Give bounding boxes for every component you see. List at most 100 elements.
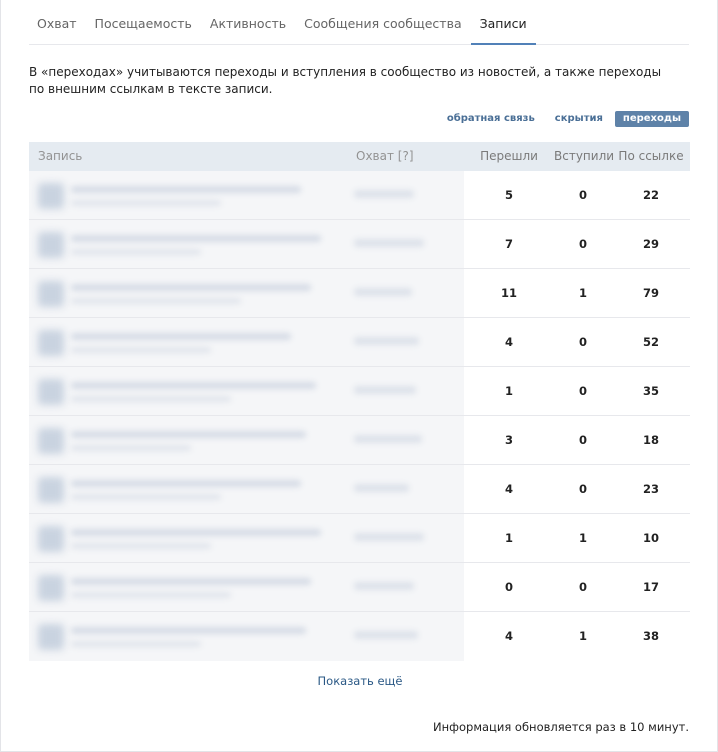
cell-clicked: 7 — [504, 237, 513, 251]
post-thumbnail — [38, 526, 64, 552]
blurred-reach — [354, 386, 416, 394]
blurred-post-cell — [29, 220, 464, 268]
filter-feedback-button[interactable]: обратная связь — [439, 111, 543, 127]
cell-clicked: 0 — [504, 580, 513, 594]
blurred-reach — [354, 288, 412, 296]
cell-by-link: 17 — [642, 580, 659, 594]
cell-by-link: 29 — [642, 237, 659, 251]
blurred-post-cell — [29, 612, 464, 661]
cell-joined: 1 — [578, 629, 587, 643]
blurred-reach — [354, 582, 414, 590]
blurred-post-cell — [29, 171, 464, 219]
blurred-text — [71, 333, 291, 340]
table-row[interactable]: 0 0 17 — [29, 563, 690, 612]
blurred-post-cell — [29, 318, 464, 366]
show-more-link[interactable]: Показать ещё — [1, 674, 718, 688]
table-row[interactable]: 4 0 23 — [29, 465, 690, 514]
post-thumbnail — [38, 379, 64, 405]
blurred-text — [71, 431, 306, 438]
cell-joined: 0 — [578, 188, 587, 202]
tab-reach[interactable]: Охват — [29, 0, 86, 44]
cell-joined: 0 — [578, 335, 587, 349]
blurred-reach — [354, 239, 424, 247]
post-thumbnail — [38, 477, 64, 503]
blurred-reach — [354, 435, 422, 443]
post-thumbnail — [38, 330, 64, 356]
blurred-text — [71, 186, 301, 193]
blurred-post-cell — [29, 416, 464, 464]
tabs-bar: Охват Посещаемость Активность Сообщения … — [29, 0, 689, 45]
table-row[interactable]: 11 1 79 — [29, 269, 690, 318]
table-row[interactable]: 1 1 10 — [29, 514, 690, 563]
table-row[interactable]: 3 0 18 — [29, 416, 690, 465]
blurred-text — [71, 480, 301, 487]
blurred-text — [71, 627, 306, 634]
cell-by-link: 10 — [642, 531, 659, 545]
post-thumbnail — [38, 232, 64, 258]
blurred-text — [71, 641, 201, 647]
blurred-reach — [354, 484, 409, 492]
tab-activity[interactable]: Активность — [201, 0, 295, 44]
cell-joined: 0 — [578, 433, 587, 447]
cell-clicked: 5 — [504, 188, 513, 202]
cell-clicked: 11 — [500, 286, 517, 300]
tab-community-messages[interactable]: Сообщения сообщества — [295, 0, 471, 44]
blurred-text — [71, 298, 241, 304]
cell-clicked: 1 — [504, 531, 513, 545]
table-row[interactable]: 1 0 35 — [29, 367, 690, 416]
cell-joined: 0 — [578, 482, 587, 496]
table-row[interactable]: 4 0 52 — [29, 318, 690, 367]
blurred-text — [71, 200, 221, 206]
blurred-post-cell — [29, 269, 464, 317]
post-thumbnail — [38, 183, 64, 209]
cell-by-link: 18 — [642, 433, 659, 447]
blurred-text — [71, 284, 311, 291]
blurred-post-cell — [29, 563, 464, 611]
table-header: Запись Охват [?] Перешли Вступили По ссы… — [29, 142, 690, 171]
blurred-text — [71, 578, 311, 585]
blurred-text — [71, 445, 191, 451]
blurred-text — [71, 347, 211, 353]
blurred-text — [71, 592, 231, 598]
filter-group: обратная связь скрытия переходы — [439, 111, 689, 127]
blurred-text — [71, 529, 321, 536]
blurred-post-cell — [29, 367, 464, 415]
blurred-text — [71, 543, 211, 549]
column-header-post[interactable]: Запись — [29, 142, 347, 171]
column-header-by-link[interactable]: По ссылке — [612, 142, 690, 171]
column-header-reach[interactable]: Охват [?] — [347, 142, 464, 171]
tab-posts[interactable]: Записи — [470, 0, 536, 45]
table-row[interactable]: 7 0 29 — [29, 220, 690, 269]
post-thumbnail — [38, 281, 64, 307]
cell-clicked: 4 — [504, 482, 513, 496]
blurred-post-cell — [29, 465, 464, 513]
posts-table: Запись Охват [?] Перешли Вступили По ссы… — [29, 142, 690, 661]
update-info: Информация обновляется раз в 10 минут. — [433, 720, 689, 734]
cell-by-link: 38 — [642, 629, 659, 643]
cell-clicked: 1 — [504, 384, 513, 398]
info-note: В «переходах» учитываются переходы и вст… — [29, 65, 662, 96]
blurred-text — [71, 235, 321, 242]
blurred-text — [71, 382, 316, 389]
blurred-text — [71, 494, 221, 500]
cell-joined: 1 — [578, 531, 587, 545]
table-row[interactable]: 4 1 38 — [29, 612, 690, 661]
table-row[interactable]: 5 0 22 — [29, 171, 690, 220]
cell-joined: 1 — [578, 286, 587, 300]
column-header-joined[interactable]: Вступили — [554, 142, 614, 171]
cell-joined: 0 — [578, 580, 587, 594]
column-header-clicked[interactable]: Перешли — [464, 142, 554, 171]
cell-by-link: 52 — [642, 335, 659, 349]
filter-hides-button[interactable]: скрытия — [547, 111, 611, 127]
tab-traffic[interactable]: Посещаемость — [86, 0, 201, 44]
blurred-post-cell — [29, 514, 464, 562]
blurred-reach — [354, 190, 414, 198]
table-body: 5 0 22 7 0 29 11 1 79 4 0 52 1 0 35 3 0 18 4 0 23 1 1 10 0 0 17 4 1 3… — [29, 171, 690, 661]
post-thumbnail — [38, 575, 64, 601]
blurred-reach — [354, 337, 419, 345]
filter-clicks-button[interactable]: переходы — [614, 111, 689, 127]
blurred-reach — [354, 631, 418, 639]
cell-clicked: 4 — [504, 629, 513, 643]
cell-clicked: 3 — [504, 433, 513, 447]
cell-clicked: 4 — [504, 335, 513, 349]
